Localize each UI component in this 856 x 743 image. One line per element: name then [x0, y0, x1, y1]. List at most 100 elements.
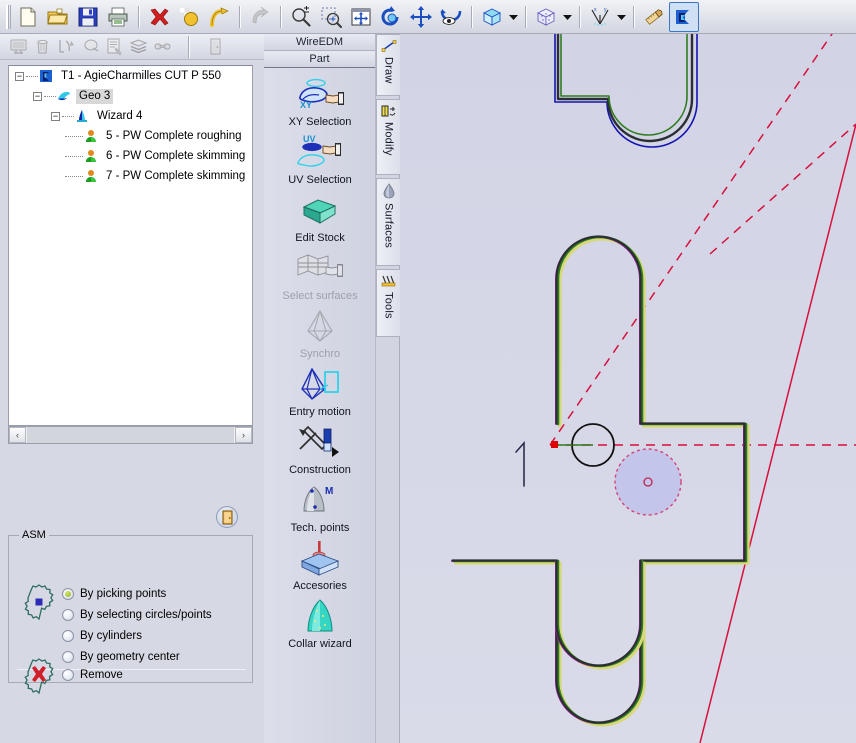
axis-view-button[interactable]: x y — [585, 2, 615, 32]
view-wireframe-button[interactable] — [531, 2, 561, 32]
asm-option-circles-points[interactable]: By selecting circles/points — [62, 604, 212, 625]
radio-button[interactable] — [62, 609, 74, 621]
zoom-fit-button[interactable] — [346, 2, 376, 32]
radio-button[interactable] — [62, 669, 74, 681]
tab-tools[interactable]: Tools — [376, 269, 400, 337]
tree-node-machine[interactable]: − T1 - AgieCharmilles CUT P 550 — [9, 66, 252, 86]
asm-option-cylinders[interactable]: By cylinders — [62, 625, 212, 646]
start-point-marker — [551, 441, 558, 448]
pan-move-icon — [410, 6, 432, 28]
left-panel: − T1 - AgieCharmilles CUT P 550 − Geo 3 — [0, 60, 264, 743]
pan-view-button[interactable] — [406, 2, 436, 32]
palette-item-tech-points[interactable]: M Tech. points — [264, 476, 376, 534]
previous-view-button[interactable] — [436, 2, 466, 32]
wireframe-dropdown-arrow[interactable] — [561, 2, 574, 32]
display-monitor-button[interactable] — [6, 36, 30, 58]
open-file-button[interactable] — [43, 2, 73, 32]
palette-subheader[interactable]: Part — [264, 51, 375, 68]
curve-edit-button[interactable] — [204, 2, 234, 32]
tab-surfaces[interactable]: Surfaces — [376, 178, 400, 266]
palette-item-uv-selection[interactable]: UV UV Selection — [264, 128, 376, 186]
machine-icon — [38, 68, 54, 84]
main-toolbar: x y — [0, 0, 856, 34]
palette-item-collar-wizard[interactable]: Collar wizard — [264, 592, 376, 650]
layers-button[interactable] — [126, 36, 150, 58]
tree-connector — [44, 96, 56, 97]
palette-item-accesories[interactable]: Accesories — [264, 534, 376, 592]
tree-horizontal-scrollbar[interactable]: ‹ › — [8, 426, 253, 444]
zoom-window-button[interactable] — [316, 2, 346, 32]
measure-angle-button[interactable] — [54, 36, 78, 58]
shaded-cube-icon — [481, 6, 503, 28]
rotate-view-button[interactable] — [376, 2, 406, 32]
scroll-left-button[interactable]: ‹ — [9, 427, 26, 443]
gear-red-x-icon — [19, 656, 59, 696]
palette-item-xy-selection[interactable]: XY XY Selection — [264, 70, 376, 128]
tab-modify[interactable]: Modify — [376, 99, 400, 175]
tree-expander[interactable]: − — [15, 72, 24, 81]
new-file-button[interactable] — [13, 2, 43, 32]
asm-option-picking-points[interactable]: By picking points — [62, 583, 212, 604]
chain-link-button[interactable] — [150, 36, 174, 58]
operation-icon — [83, 168, 99, 184]
measure-button[interactable] — [639, 2, 669, 32]
shaded-dropdown-arrow[interactable] — [507, 2, 520, 32]
yellow-circle-color-icon — [178, 6, 200, 28]
print-button[interactable] — [103, 2, 133, 32]
tab-draw[interactable]: Draw — [376, 34, 400, 96]
tree-expander[interactable]: − — [51, 112, 60, 121]
radio-button[interactable] — [62, 630, 74, 642]
cad-viewport[interactable]: 1 — [400, 34, 856, 743]
zoom-in-out-button[interactable] — [286, 2, 316, 32]
scroll-right-button[interactable]: › — [235, 427, 252, 443]
tree-node-geo[interactable]: − Geo 3 — [9, 86, 252, 106]
trash-button[interactable] — [30, 36, 54, 58]
save-file-button[interactable] — [73, 2, 103, 32]
tech-points-icon: M — [294, 481, 346, 519]
palette-item-select-surfaces[interactable]: Select surfaces — [264, 244, 376, 302]
construction-lines — [550, 34, 856, 743]
operation-tree[interactable]: − T1 - AgieCharmilles CUT P 550 − Geo 3 — [8, 65, 253, 426]
palette-item-edit-stock[interactable]: Edit Stock — [264, 186, 376, 244]
view-shaded-button[interactable] — [477, 2, 507, 32]
chevron-down-icon — [509, 14, 518, 20]
undo-button[interactable] — [245, 2, 275, 32]
report-list-icon — [105, 37, 124, 56]
report-button[interactable] — [102, 36, 126, 58]
asm-option-remove[interactable]: Remove — [62, 664, 123, 685]
palette-item-entry-motion[interactable]: Entry motion — [264, 360, 376, 418]
exit-door-button[interactable] — [216, 506, 238, 528]
zoom-window-icon — [320, 6, 342, 28]
paint-bucket-button[interactable] — [78, 36, 102, 58]
tree-node-operation[interactable]: 7 - PW Complete skimming — [9, 166, 252, 186]
command-palette: WireEDM Part XY XY Selection — [264, 34, 376, 743]
palette-item-label: Tech. points — [291, 522, 350, 534]
scroll-track[interactable] — [27, 427, 234, 443]
color-fill-button[interactable] — [174, 2, 204, 32]
trash-bin-icon — [33, 37, 52, 56]
wireedm-module-button[interactable] — [669, 2, 699, 32]
tree-node-operation[interactable]: 6 - PW Complete skimming — [9, 146, 252, 166]
delete-button[interactable] — [144, 2, 174, 32]
construction-icon — [294, 423, 346, 461]
tree-connector — [65, 156, 83, 157]
tree-node-label: T1 - AgieCharmilles CUT P 550 — [58, 69, 224, 84]
asm-option-label: By selecting circles/points — [80, 609, 212, 621]
tab-label: Tools — [383, 292, 395, 319]
palette-items: XY XY Selection UV — [264, 70, 376, 743]
axis-dropdown-arrow[interactable] — [615, 2, 628, 32]
tree-expander[interactable]: − — [33, 92, 42, 101]
yellow-curve-icon — [208, 6, 230, 28]
palette-item-label: Collar wizard — [288, 638, 352, 650]
exit-module-button[interactable] — [203, 36, 227, 58]
tree-node-wizard[interactable]: − Wizard 4 — [9, 106, 252, 126]
palette-item-construction[interactable]: Construction — [264, 418, 376, 476]
tree-node-operation[interactable]: 5 - PW Complete roughing — [9, 126, 252, 146]
palette-item-synchro[interactable]: Synchro — [264, 302, 376, 360]
select-surfaces-icon — [292, 249, 348, 287]
chain-link-icon — [153, 37, 172, 56]
toolbar-grip[interactable] — [6, 5, 11, 29]
radio-button[interactable] — [62, 651, 74, 663]
svg-text:UV: UV — [303, 134, 316, 144]
radio-button[interactable] — [62, 588, 74, 600]
